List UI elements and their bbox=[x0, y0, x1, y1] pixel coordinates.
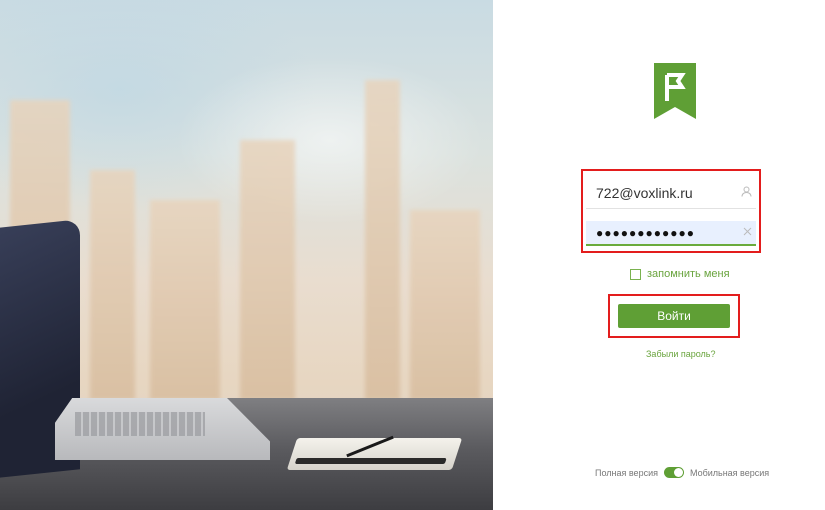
user-icon bbox=[741, 186, 752, 200]
building bbox=[90, 170, 135, 400]
flag-logo-icon bbox=[654, 63, 696, 119]
clear-icon[interactable] bbox=[743, 227, 752, 239]
submit-highlight: Войти bbox=[608, 294, 740, 338]
building bbox=[240, 140, 295, 400]
building bbox=[410, 210, 480, 400]
credentials-group bbox=[581, 169, 761, 253]
username-input[interactable] bbox=[586, 185, 741, 201]
username-field-wrap bbox=[586, 178, 756, 209]
building bbox=[365, 80, 400, 400]
forgot-password-link[interactable]: Забыли пароль? bbox=[646, 349, 715, 359]
password-input[interactable] bbox=[586, 225, 741, 240]
remember-me[interactable]: запомнить меня bbox=[630, 268, 730, 280]
laptop-keyboard bbox=[75, 412, 205, 436]
version-toggle[interactable] bbox=[663, 467, 684, 478]
full-version-label[interactable]: Полная версия bbox=[595, 468, 658, 478]
remember-label: запомнить меня bbox=[647, 268, 730, 280]
background-photo bbox=[0, 0, 493, 510]
remember-checkbox[interactable] bbox=[630, 268, 641, 280]
version-switcher: Полная версия Мобильная версия bbox=[595, 467, 769, 478]
building bbox=[150, 200, 220, 400]
password-field-wrap bbox=[586, 221, 756, 246]
login-button[interactable]: Войти bbox=[618, 304, 730, 328]
mobile-version-label[interactable]: Мобильная версия bbox=[690, 468, 769, 478]
